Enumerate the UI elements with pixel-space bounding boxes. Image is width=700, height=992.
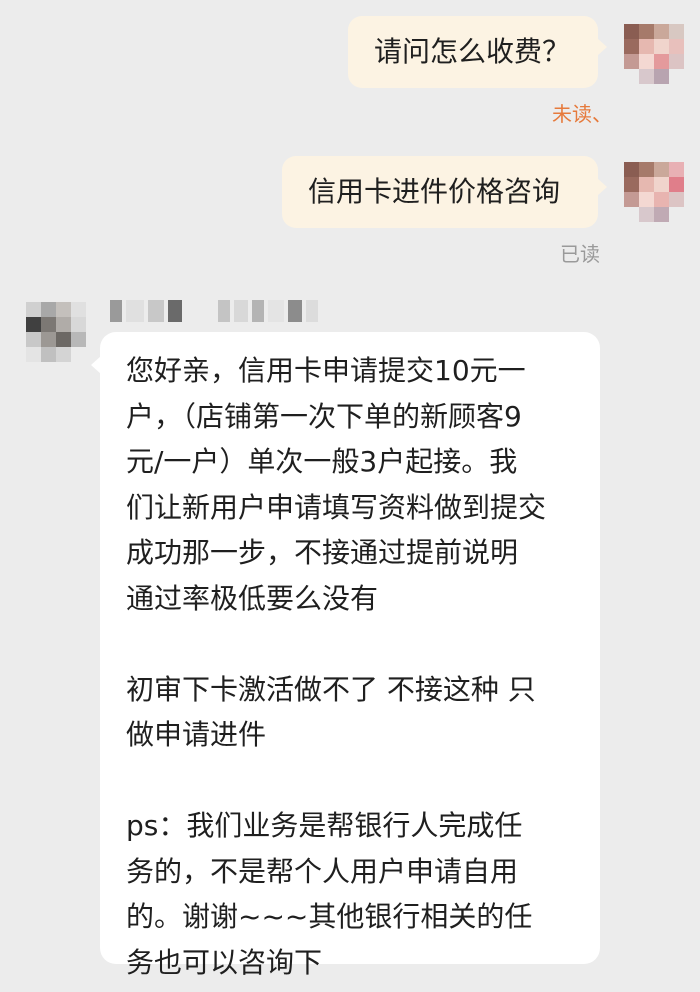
- avatar[interactable]: [624, 24, 684, 84]
- message-line: 务的，不是帮个人用户申请自用: [126, 854, 519, 888]
- message-line: ps：我们业务是帮银行人完成任: [126, 809, 523, 842]
- unread-status: 未读、: [552, 102, 612, 126]
- avatar[interactable]: [624, 162, 684, 222]
- message-line: 元/一户）单次一般3户起接。我: [126, 445, 518, 478]
- message-line: 成功那一步，不接通过提前说明: [126, 536, 519, 569]
- chat-view: 请问怎么收费？ 未读、 信用卡进件价格咨询 已读 您好亲，信用卡申请提交10元一…: [0, 0, 700, 992]
- outgoing-message[interactable]: 信用卡进件价格咨询: [282, 156, 607, 228]
- message-line: 的。谢谢~~~其他银行相关的任: [126, 900, 533, 933]
- message-line: 初审下卡激活做不了 不接这种 只: [126, 672, 536, 706]
- sender-name: [110, 298, 318, 324]
- message-line: 户，（店铺第一次下单的新顾客9: [126, 399, 522, 433]
- message-line: 做申请进件: [126, 718, 267, 751]
- incoming-message[interactable]: 您好亲，信用卡申请提交10元一 户，（店铺第一次下单的新顾客9 元/一户）单次一…: [91, 332, 600, 979]
- message-line: 们让新用户申请填写资料做到提交: [126, 490, 547, 524]
- outgoing-message[interactable]: 请问怎么收费？: [348, 16, 607, 88]
- message-line: 务也可以咨询下: [126, 945, 323, 979]
- message-line: 您好亲，信用卡申请提交10元一: [126, 354, 526, 387]
- message-line: 通过率极低要么没有: [126, 581, 379, 615]
- read-status: 已读: [560, 242, 600, 266]
- message-text: 请问怎么收费？: [374, 35, 571, 68]
- avatar[interactable]: [26, 302, 86, 362]
- message-text: 信用卡进件价格咨询: [308, 175, 561, 208]
